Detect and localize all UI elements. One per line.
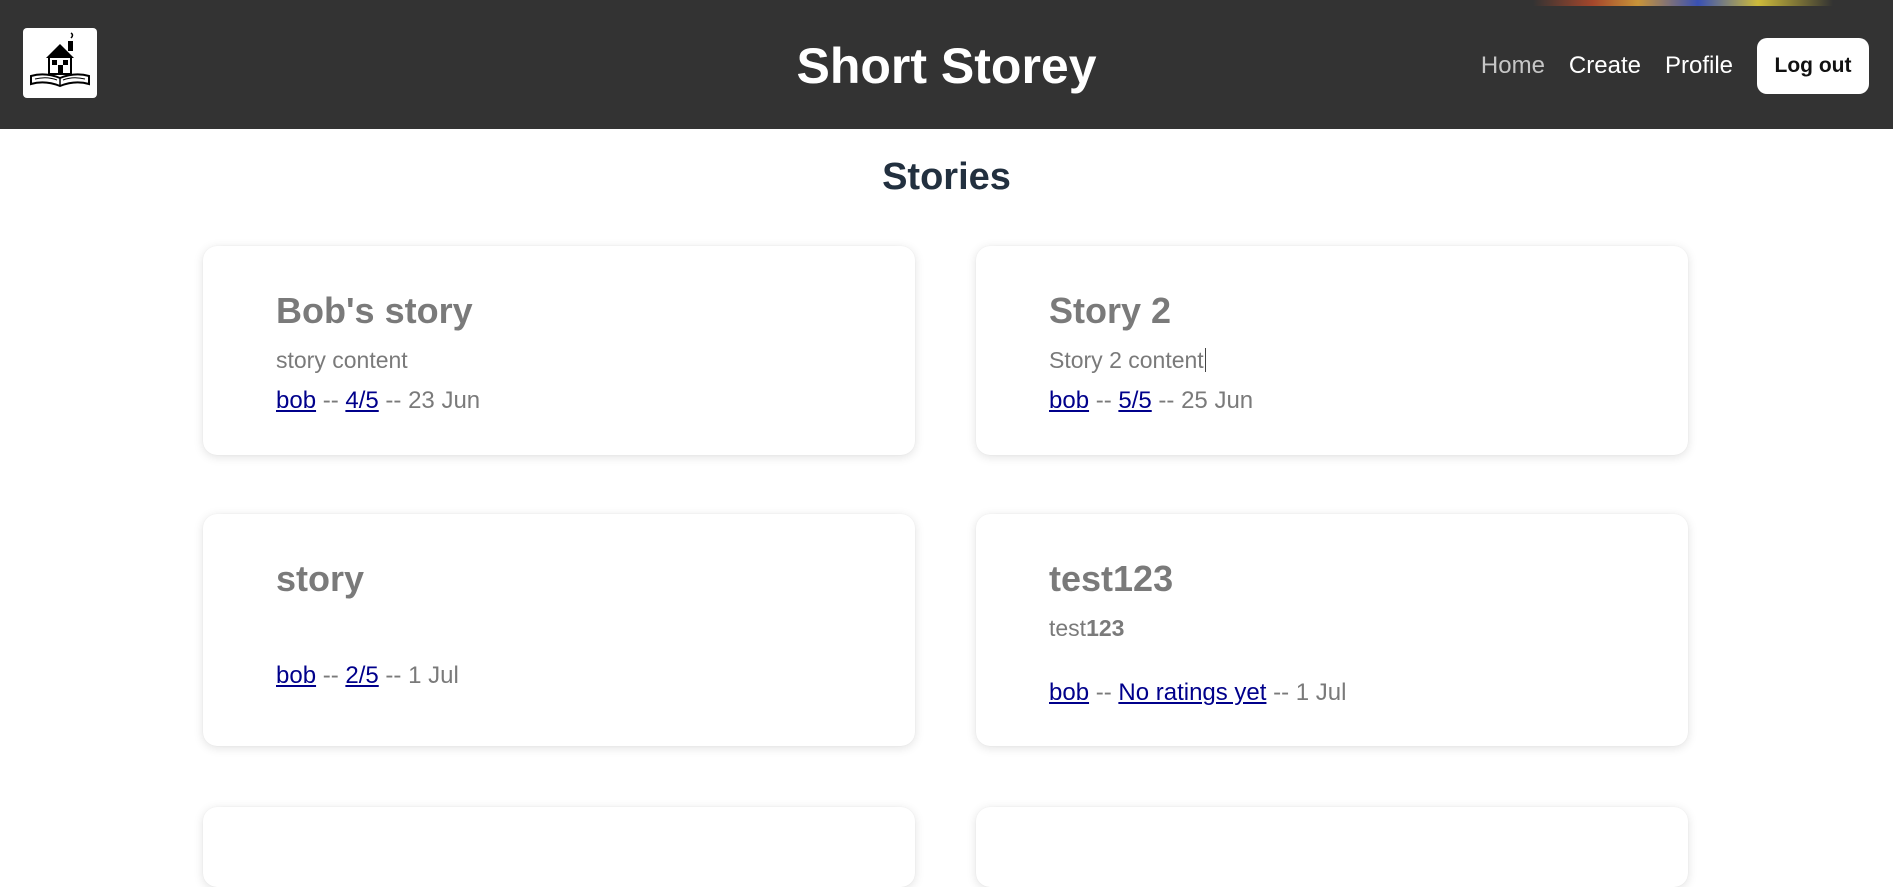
separator: -- (378, 662, 409, 689)
separator: -- (378, 387, 409, 414)
story-title: Bob's story (276, 290, 473, 331)
story-meta: bob -- 5/5 -- 25 Jun (1049, 387, 1253, 415)
author-link[interactable]: bob (1049, 679, 1089, 706)
nav-create-link[interactable]: Create (1569, 52, 1641, 80)
rating-link[interactable]: 2/5 (345, 662, 378, 689)
story-date: 25 Jun (1181, 387, 1254, 414)
story-date: 1 Jul (1295, 679, 1347, 706)
separator: -- (1089, 679, 1119, 706)
author-link[interactable]: bob (276, 662, 316, 689)
nav-profile-link[interactable]: Profile (1665, 52, 1733, 80)
page-heading-text: Stories (882, 156, 1011, 198)
rating-link[interactable]: 5/5 (1118, 387, 1151, 414)
rating-link[interactable]: No ratings yet (1118, 679, 1266, 706)
separator: -- (1266, 679, 1296, 706)
separator: -- (316, 662, 346, 689)
story-card[interactable] (203, 807, 915, 887)
page-heading: Stories (0, 156, 1893, 199)
story-content-text: Story 2 content (1049, 347, 1204, 373)
separator: -- (1089, 387, 1119, 414)
house-book-logo-icon (30, 32, 90, 88)
story-title: Story 2 (1049, 290, 1172, 331)
text-cursor (1204, 348, 1206, 372)
story-meta: bob -- 4/5 -- 23 Jun (276, 387, 480, 415)
story-content: test123 (1049, 615, 1124, 642)
logout-button[interactable]: Log out (1757, 38, 1869, 94)
story-content-bold: 123 (1086, 615, 1125, 641)
separator: -- (1151, 387, 1182, 414)
rating-link[interactable]: 4/5 (345, 387, 378, 414)
story-card[interactable]: test123 test123 bob -- No ratings yet --… (976, 514, 1688, 746)
author-link[interactable]: bob (276, 387, 316, 414)
story-card[interactable]: Bob's story story content bob -- 4/5 -- … (203, 246, 915, 455)
story-card[interactable] (976, 807, 1688, 887)
story-title: story (276, 558, 365, 599)
story-title: test123 (1049, 558, 1174, 599)
logo-link[interactable] (23, 28, 97, 98)
nav-home-link[interactable]: Home (1481, 52, 1545, 80)
author-link[interactable]: bob (1049, 387, 1089, 414)
main-nav: Home Create Profile Log out (1457, 38, 1869, 94)
story-card[interactable]: story bob -- 2/5 -- 1 Jul (203, 514, 915, 746)
story-meta: bob -- 2/5 -- 1 Jul (276, 662, 459, 690)
header-decoration (1533, 0, 1833, 6)
site-title-text: Short Storey (796, 38, 1097, 94)
separator: -- (316, 387, 346, 414)
site-header: Short Storey Home Create Profile Log out (0, 0, 1893, 129)
story-content: Story 2 content (1049, 347, 1206, 374)
story-content-plain: test (1049, 615, 1087, 641)
story-date: 23 Jun (408, 387, 481, 414)
story-meta: bob -- No ratings yet -- 1 Jul (1049, 679, 1346, 707)
story-card[interactable]: Story 2 Story 2 content bob -- 5/5 -- 25… (976, 246, 1688, 455)
story-date: 1 Jul (408, 662, 459, 689)
story-content: story content (276, 347, 408, 373)
